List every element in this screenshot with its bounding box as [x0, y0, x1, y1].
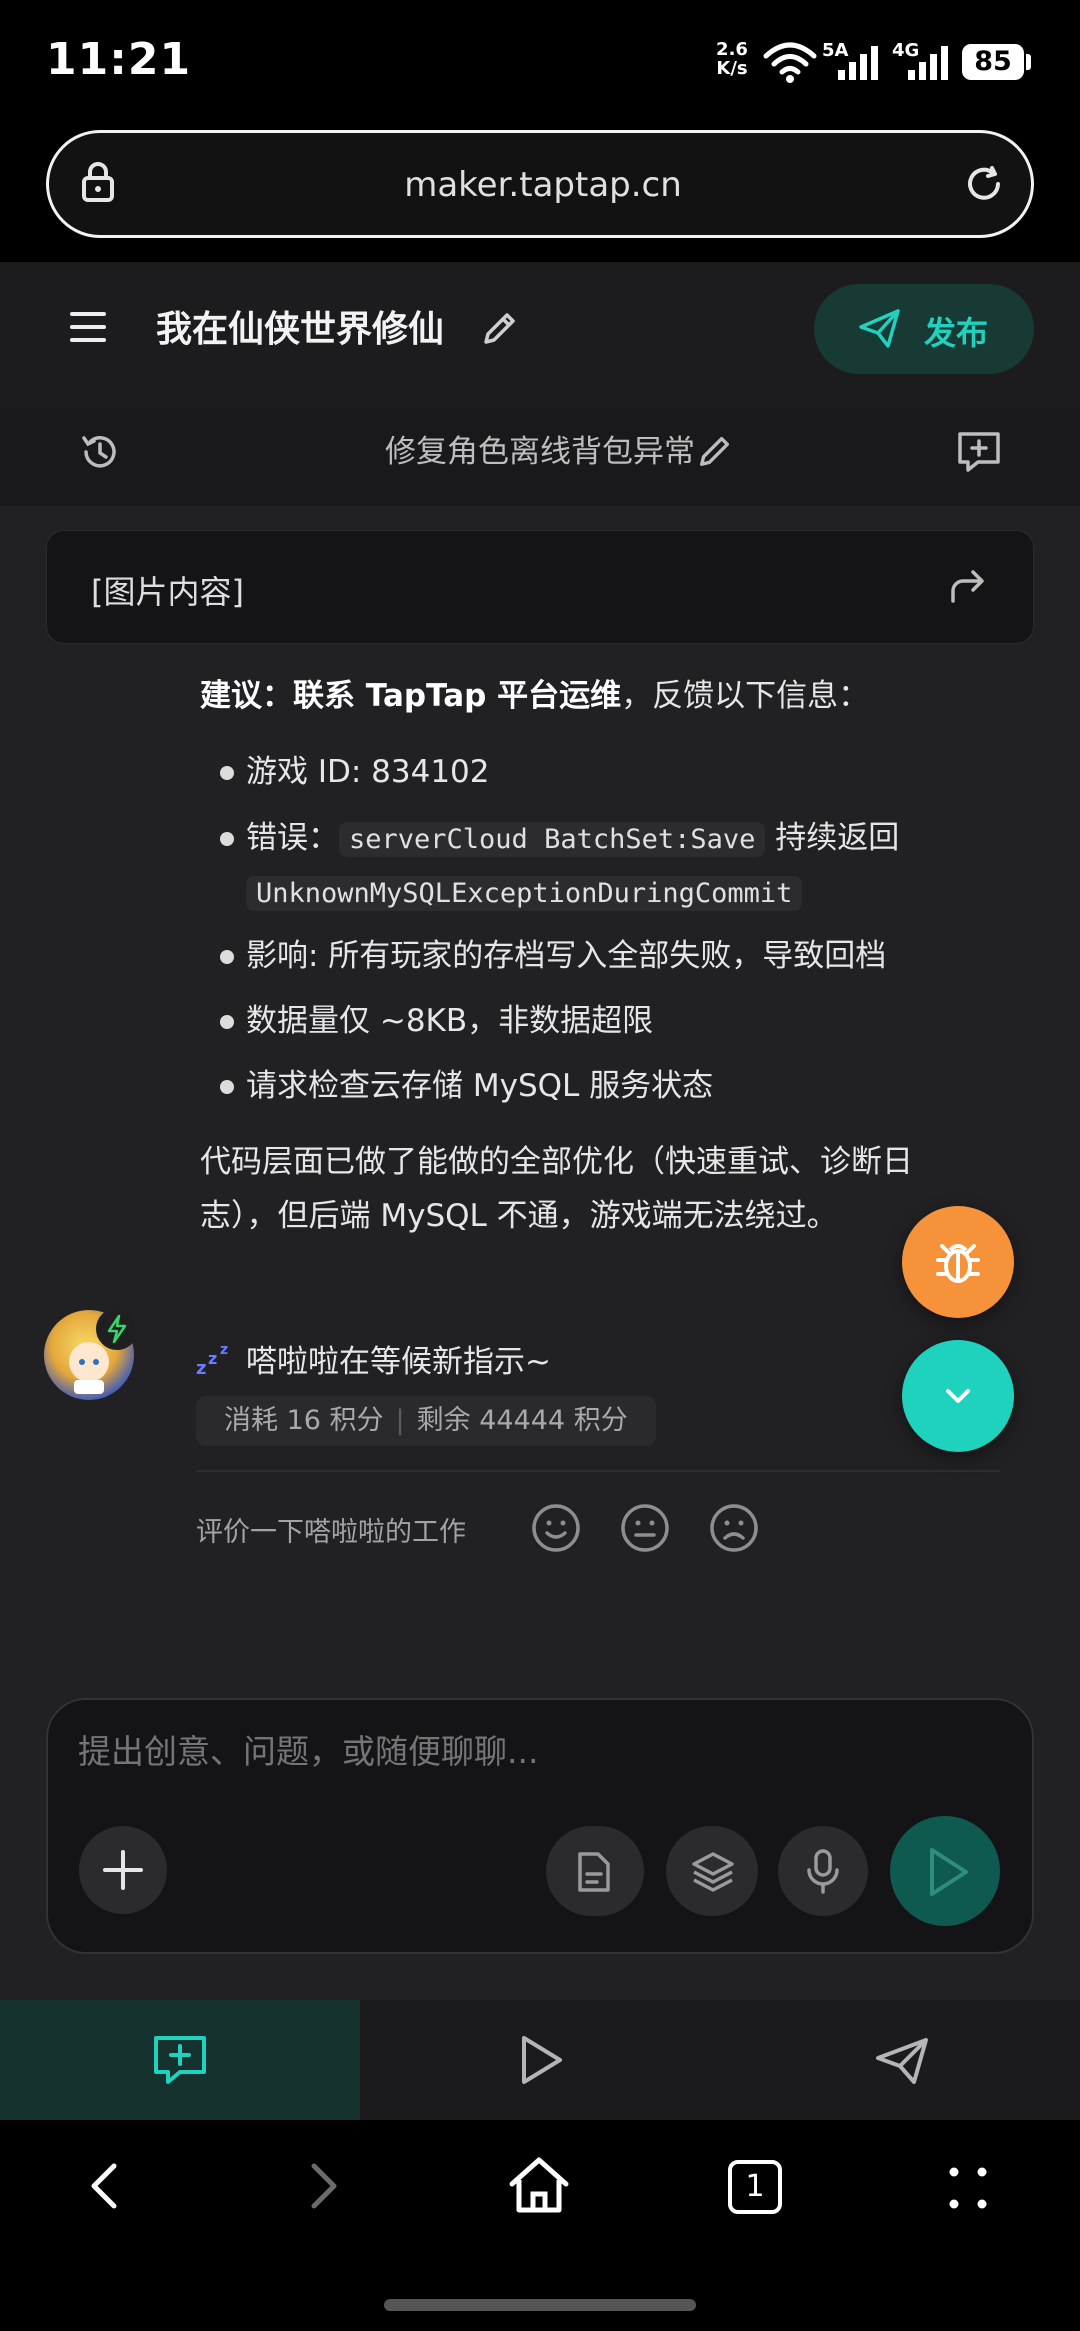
- smile-icon[interactable]: [530, 1502, 582, 1554]
- conversation-title-text: 修复角色离线背包异常: [385, 434, 695, 470]
- back-icon[interactable]: [86, 2160, 122, 2212]
- bullet-error-prefix: 错误：: [246, 820, 339, 856]
- publish-label: 发布: [924, 314, 989, 352]
- gesture-handle[interactable]: [384, 2299, 696, 2311]
- image-card-label: [图片内容]: [91, 573, 244, 611]
- publish-button[interactable]: 发布: [814, 284, 1034, 374]
- play-send-icon: [930, 1848, 968, 1896]
- network-speed-unit: K/s: [716, 58, 748, 79]
- suggestion-rest: ，反馈以下信息：: [621, 678, 870, 714]
- conversation-title: 修复角色离线背包异常: [0, 426, 1080, 471]
- sleep-icon: z z z: [196, 1342, 228, 1376]
- url-text[interactable]: maker.taptap.cn: [49, 133, 1037, 237]
- bullet-dot: [220, 832, 234, 846]
- wifi-icon: [763, 42, 817, 83]
- lightning-badge: [96, 1308, 138, 1350]
- usage-separator: |: [395, 1405, 405, 1436]
- forward-icon[interactable]: [306, 2160, 342, 2212]
- bullet-error-line2: UnknownMySQLExceptionDuringCommit: [246, 866, 1066, 920]
- send-icon: [876, 2038, 928, 2084]
- edit-conversation-icon[interactable]: [696, 432, 734, 470]
- svg-text:z: z: [208, 1349, 217, 1368]
- suggestion-line: 建议：联系 TapTap 平台运维，反馈以下信息：: [200, 670, 1020, 722]
- mic-icon: [807, 1849, 839, 1894]
- bullet-dot: [220, 766, 234, 780]
- tab-publish[interactable]: [720, 2000, 1080, 2120]
- apps-icon[interactable]: [946, 2164, 990, 2212]
- document-icon: [578, 1852, 610, 1892]
- bug-icon: [936, 1244, 980, 1283]
- credits-consumed: 消耗 16 积分: [224, 1405, 384, 1436]
- send-icon: [859, 309, 900, 348]
- url-bar[interactable]: maker.taptap.cn: [46, 130, 1034, 238]
- tab-chat[interactable]: [0, 2000, 360, 2120]
- bullet-game-id: 游戏 ID: 834102: [246, 754, 490, 790]
- conclusion-line1: 代码层面已做了能做的全部优化（快速重试、诊断日: [200, 1144, 913, 1180]
- bullet-impact: 影响: 所有玩家的存档写入全部失败，导致回档: [246, 938, 887, 974]
- bullet-dot: [220, 950, 234, 964]
- chat-icon: [154, 2036, 206, 2084]
- waiting-status: 嗒啦啦在等候新指示~: [246, 1344, 551, 1380]
- bullet-dot: [220, 1015, 234, 1029]
- lightning-icon: [107, 1314, 127, 1344]
- network-speed: 2.6 K/s: [712, 40, 752, 78]
- bullet-error-mid: 持续返回: [765, 820, 900, 856]
- credit-usage: 消耗 16 积分 | 剩余 44444 积分: [196, 1396, 656, 1446]
- layers-icon: [692, 1852, 734, 1892]
- signal2-icon: [908, 46, 948, 80]
- battery-indicator: 85: [962, 44, 1024, 80]
- image-content-card[interactable]: [图片内容]: [46, 530, 1034, 644]
- credits-remaining: 剩余 44444 积分: [416, 1405, 628, 1436]
- bullet-error: 错误： serverCloud BatchSet:Save 持续返回: [246, 812, 986, 866]
- tabs-count-button[interactable]: 1: [728, 2160, 782, 2214]
- suggestion-bold: 建议：联系 TapTap 平台运维: [200, 678, 622, 714]
- new-chat-icon[interactable]: [954, 428, 1004, 476]
- chevron-down-icon: [946, 1389, 970, 1403]
- play-icon: [522, 2036, 562, 2084]
- conclusion-line2: 志），但后端 MySQL 不通，游戏端无法绕过。: [200, 1198, 838, 1234]
- neutral-icon[interactable]: [619, 1502, 671, 1554]
- rating-prompt: 评价一下嗒啦啦的工作: [196, 1517, 466, 1548]
- bullet-request: 请求检查云存储 MySQL 服务状态: [246, 1068, 714, 1104]
- document-button[interactable]: [546, 1826, 644, 1916]
- plus-icon: [103, 1850, 143, 1890]
- menu-icon[interactable]: [70, 310, 108, 344]
- sad-icon[interactable]: [708, 1502, 760, 1554]
- tab-preview[interactable]: [360, 2000, 720, 2120]
- error-code-inline: serverCloud BatchSet:Save: [339, 822, 766, 857]
- reload-icon[interactable]: [962, 162, 1006, 206]
- svg-text:z: z: [220, 1342, 228, 1358]
- network-speed-value: 2.6: [716, 39, 748, 60]
- scroll-down-button[interactable]: [902, 1340, 1014, 1452]
- add-attachment-button[interactable]: [79, 1826, 167, 1914]
- layers-button[interactable]: [666, 1826, 758, 1916]
- edit-title-icon[interactable]: [480, 308, 520, 348]
- divider: [196, 1470, 1000, 1472]
- status-time: 11:21: [46, 34, 192, 85]
- voice-button[interactable]: [778, 1826, 868, 1916]
- send-button[interactable]: [890, 1816, 1000, 1926]
- lock-icon[interactable]: [78, 160, 118, 204]
- share-icon[interactable]: [947, 567, 989, 605]
- bullet-dot: [220, 1080, 234, 1094]
- svg-text:z: z: [196, 1358, 206, 1376]
- project-title: 我在仙侠世界修仙: [156, 309, 445, 350]
- battery-tip: [1026, 54, 1031, 70]
- signal1-icon: [838, 46, 878, 80]
- error-code-exception: UnknownMySQLExceptionDuringCommit: [246, 876, 803, 911]
- message-input[interactable]: [78, 1732, 958, 1771]
- bullet-data-size: 数据量仅 ~8KB，非数据超限: [246, 1003, 654, 1039]
- home-icon[interactable]: [506, 2154, 572, 2216]
- debug-button[interactable]: [902, 1206, 1014, 1318]
